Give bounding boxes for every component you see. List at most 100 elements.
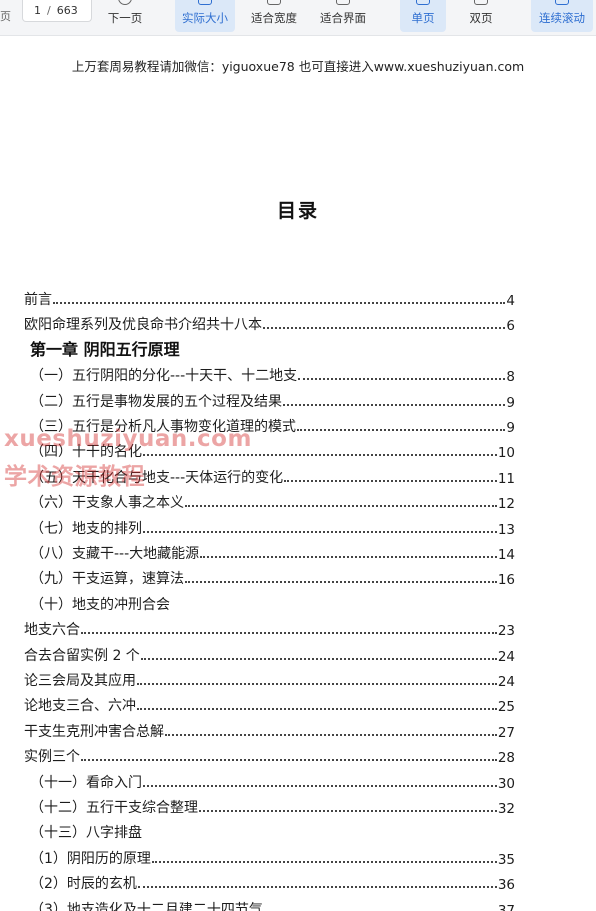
toc-entry-label: 欧阳命理系列及优良命书介绍共十八本 (24, 317, 262, 334)
toc-entry-page: 27 (497, 724, 515, 741)
fit-width-button[interactable]: 适合宽度 (246, 0, 302, 32)
continuous-scroll-button[interactable]: 连续滚动 (531, 0, 593, 32)
toc-entry-label: （一）五行阴阳的分化---十天干、十二地支 (30, 368, 298, 385)
current-page: 1 (34, 4, 41, 17)
actual-size-button[interactable]: 实际大小 (175, 0, 235, 32)
toc-entry[interactable]: （九）干支运算，速算法 16 (30, 566, 515, 588)
toc-entry-page: 9 (506, 394, 515, 411)
toc-entry[interactable]: 前言 4 (24, 287, 515, 309)
toc-entry-label: 前言 (24, 292, 52, 308)
toc-entry[interactable]: （八）支藏干---大地藏能源 14 (30, 541, 515, 563)
toc-leader (263, 327, 506, 330)
toc-entry-page: 14 (497, 547, 515, 563)
toc-entry-page: 6 (506, 318, 515, 335)
toc-entry[interactable]: （2）时辰的玄机 36 (30, 871, 515, 893)
toc-entry[interactable]: （七）地支的排列 13 (30, 516, 515, 538)
toc-entry-page: 10 (497, 445, 515, 462)
toc-entry-label: 论三会局及其应用 (24, 673, 136, 689)
toc-entry-label: （十一）看命入门 (30, 774, 142, 791)
toc-entry-label: （十二）五行干支综合整理 (30, 800, 198, 816)
page-separator: / (47, 4, 51, 17)
toc-leader (137, 708, 497, 711)
toc-leader (200, 556, 497, 558)
toc-entry[interactable]: 实例三个 28 (24, 744, 515, 766)
toc-entry[interactable]: 干支生克刑冲害合总解 27 (24, 719, 515, 741)
toc-leader (185, 581, 497, 584)
toc-title: 目录 (276, 200, 319, 222)
toc-entry-page: 4 (506, 293, 515, 309)
toc-entry-label: （十）地支的冲刑合会 (30, 596, 170, 613)
double-page-button[interactable]: 双页 (458, 0, 504, 32)
toc-entry[interactable]: 合去合留实例 2 个 24 (24, 643, 515, 665)
toc-entry-label: （3）地支造化及十二月建二十四节气 (30, 901, 263, 911)
total-pages: 663 (56, 4, 78, 17)
toc-entry[interactable]: （六）干支象人事之本义 12 (30, 490, 515, 512)
toc-entry[interactable]: （十一）看命入门 30 (30, 770, 515, 792)
toc-entry[interactable]: （十二）五行干支综合整理 32 (30, 795, 515, 817)
next-page-icon (118, 0, 132, 5)
toc-leader (185, 505, 497, 508)
toc-entry-label: （二）五行是事物发展的五个过程及结果 (30, 393, 282, 410)
fit-page-label: 适合界面 (320, 11, 366, 25)
fit-page-button[interactable]: 适合界面 (315, 0, 371, 32)
fit-width-icon (267, 0, 281, 5)
toc-entry-label: （1）阴阳历的原理 (30, 850, 151, 867)
toc-leader (165, 733, 497, 736)
toc-entry-page: 24 (497, 674, 515, 690)
toc-chapter-heading[interactable]: 第一章 阴阳五行原理 (30, 338, 515, 360)
toc-entry-page: 37 (497, 902, 515, 911)
toc-leader (81, 759, 497, 762)
toc-chapter-label: 第一章 阴阳五行原理 (30, 339, 180, 359)
toc-leader (81, 632, 497, 635)
toc-entry[interactable]: 地支六合 23 (24, 617, 515, 639)
toc-entry-page: 28 (497, 750, 515, 767)
toc-entry-label: （六）干支象人事之本义 (30, 495, 184, 512)
toc-entry[interactable]: （3）地支造化及十二月建二十四节气 37 (30, 897, 515, 911)
fit-page-icon (336, 0, 350, 5)
toc-entry-page: 30 (497, 775, 515, 792)
toc-entry[interactable]: 论三会局及其应用 24 (24, 668, 515, 690)
toc-entry-page: 8 (506, 369, 515, 386)
toc-entry-page: 36 (497, 877, 515, 894)
toc-entry[interactable]: （1）阴阳历的原理 35 (30, 846, 515, 868)
viewer-toolbar: 页 1 / 663 下一页 实际大小 适合宽度 适合界面 单页 双页 连续滚动 (0, 0, 596, 36)
toc-leader (137, 683, 497, 685)
toc-leader (140, 657, 497, 660)
toc-entry[interactable]: 论地支三合、六冲 25 (24, 693, 515, 715)
toc-entry-label: 实例三个 (24, 749, 80, 766)
actual-size-label: 实际大小 (182, 11, 228, 25)
fit-width-label: 适合宽度 (251, 11, 297, 25)
page-number-input[interactable]: 1 / 663 (22, 0, 92, 22)
toc-entry-page: 32 (497, 801, 515, 817)
next-page-button[interactable]: 下一页 (104, 0, 146, 32)
toc-section-heading[interactable]: （十）地支的冲刑合会 (30, 592, 515, 614)
toc-leader (143, 530, 497, 533)
toc-entry-label: （七）地支的排列 (30, 520, 142, 537)
toc-entry[interactable]: 欧阳命理系列及优良命书介绍共十八本 6 (24, 312, 515, 334)
toc-entry-label: 地支六合 (24, 622, 80, 639)
toc-entry[interactable]: （一）五行阴阳的分化---十天干、十二地支 8 (30, 363, 515, 385)
continuous-scroll-icon (555, 0, 569, 5)
single-page-button[interactable]: 单页 (400, 0, 446, 32)
toc-section-heading[interactable]: （十三）八字排盘 (30, 820, 515, 842)
toc-entry-page: 12 (497, 496, 515, 513)
toc-leader (143, 784, 497, 787)
double-page-icon (474, 0, 488, 5)
toc-leader (298, 378, 506, 381)
toc-leader (53, 302, 506, 304)
toc-entry-page: 35 (497, 851, 515, 868)
toolbar-left-fragment: 页 (0, 10, 11, 23)
toc-entry-page: 16 (497, 572, 515, 589)
double-page-label: 双页 (469, 11, 493, 25)
toc-leader (199, 810, 497, 812)
toc-entry-label: 合去合留实例 2 个 (24, 647, 140, 664)
watermark-text: 学术资源教程 (4, 464, 145, 490)
toc-leader (297, 429, 506, 431)
toc-entry[interactable]: （二）五行是事物发展的五个过程及结果 9 (30, 389, 515, 411)
toc-entry-label: （九）干支运算，速算法 (30, 571, 184, 588)
toc-entry-label: （2）时辰的玄机 (30, 876, 137, 893)
actual-size-icon (198, 0, 212, 5)
toc-entry-label: 论地支三合、六冲 (24, 698, 136, 715)
toc-entry-page: 9 (506, 420, 515, 436)
toc-leader (284, 479, 497, 482)
